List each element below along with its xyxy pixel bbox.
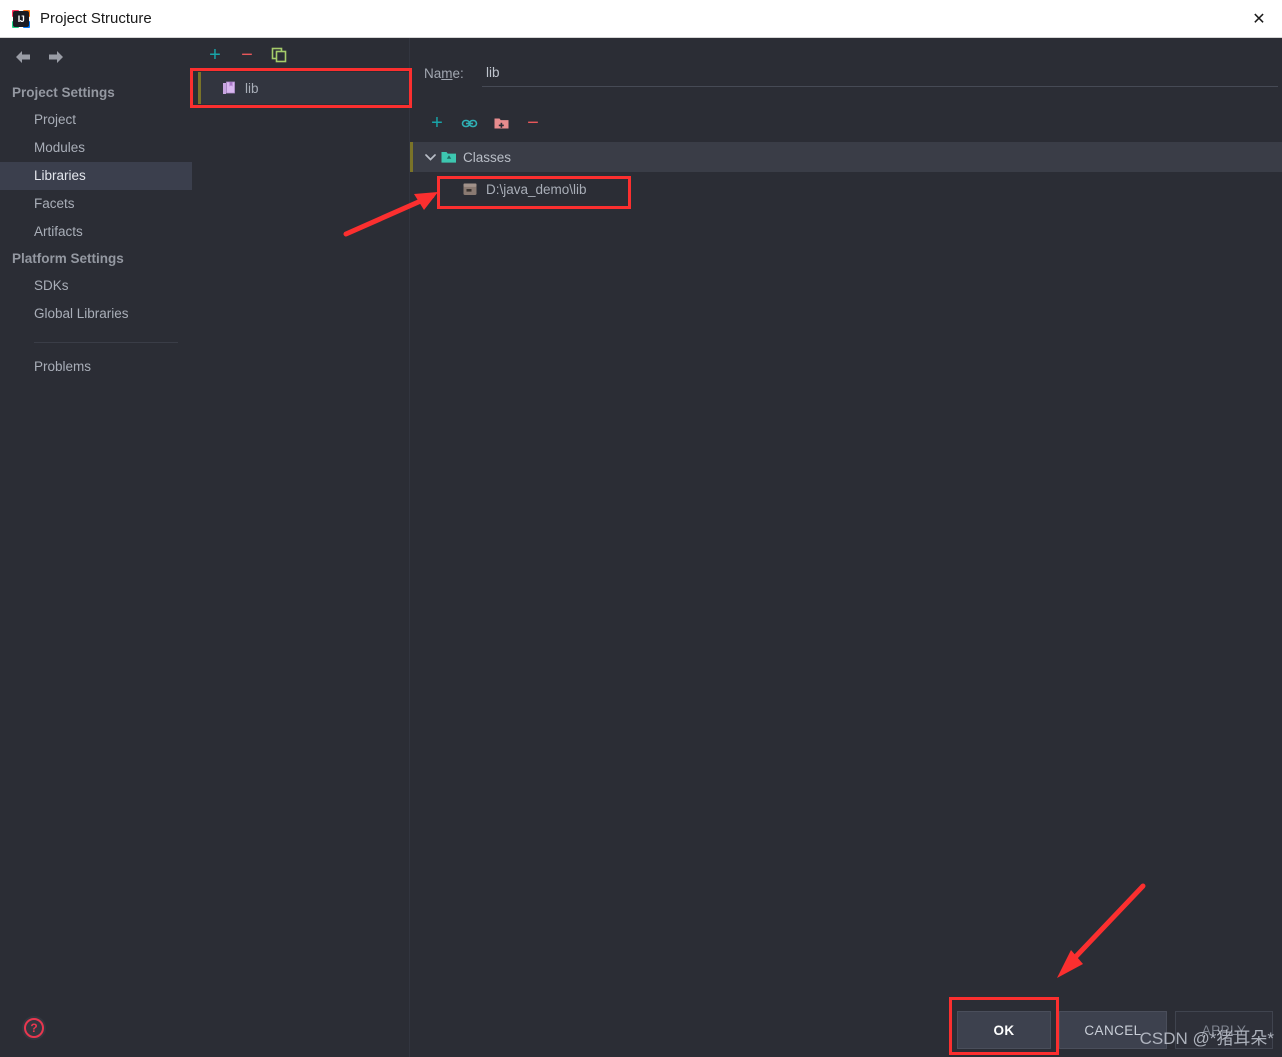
library-list-toolbar: + − bbox=[192, 40, 410, 70]
tree-row-library-path[interactable]: D:\java_demo\lib bbox=[410, 172, 1282, 206]
remove-item-button[interactable]: − bbox=[520, 111, 546, 135]
sidebar-divider bbox=[34, 342, 178, 343]
library-list-item-label: lib bbox=[245, 80, 259, 96]
help-button[interactable]: ? bbox=[22, 1016, 46, 1040]
name-label-mnemonic: m bbox=[441, 65, 453, 81]
minus-icon: − bbox=[241, 44, 253, 66]
navigation-arrows bbox=[0, 42, 192, 72]
intellij-idea-icon: IJ bbox=[12, 9, 30, 28]
folder-classes-icon bbox=[441, 150, 457, 164]
copy-library-button[interactable] bbox=[266, 43, 292, 67]
name-input[interactable] bbox=[482, 59, 1278, 87]
classes-tree: Classes D:\java_demo\lib bbox=[410, 142, 1282, 206]
tree-row-classes-label: Classes bbox=[463, 149, 512, 165]
question-mark-icon: ? bbox=[24, 1018, 44, 1038]
attach-directory-button[interactable] bbox=[488, 111, 514, 135]
library-icon bbox=[221, 80, 237, 96]
title-bar: IJ Project Structure ✕ bbox=[0, 0, 1282, 38]
library-detail-panel: Name: + − bbox=[410, 38, 1282, 1057]
forward-arrow-glyph bbox=[49, 51, 63, 63]
sidebar-groups: Project Settings Project Modules Librari… bbox=[0, 80, 192, 381]
app-icon-label: IJ bbox=[17, 13, 25, 24]
name-field-row: Name: bbox=[410, 56, 1282, 90]
library-list-item-lib[interactable]: lib bbox=[198, 72, 410, 104]
add-library-button[interactable]: + bbox=[202, 43, 228, 67]
minus-icon: − bbox=[527, 112, 539, 134]
tree-row-library-path-label: D:\java_demo\lib bbox=[486, 181, 587, 197]
sidebar-item-project[interactable]: Project bbox=[0, 106, 192, 134]
plus-icon: + bbox=[431, 112, 443, 134]
remove-library-button[interactable]: − bbox=[234, 43, 260, 67]
sidebar-item-artifacts[interactable]: Artifacts bbox=[0, 218, 192, 246]
name-label-pre: Na bbox=[424, 65, 442, 81]
sidebar-item-facets[interactable]: Facets bbox=[0, 190, 192, 218]
name-label-post: e: bbox=[452, 65, 464, 81]
folder-add-icon bbox=[494, 118, 508, 129]
back-arrow-icon[interactable] bbox=[8, 44, 38, 70]
tree-row-classes[interactable]: Classes bbox=[410, 142, 1282, 172]
chevron-down-icon[interactable] bbox=[419, 142, 441, 172]
sidebar-item-modules[interactable]: Modules bbox=[0, 134, 192, 162]
sidebar-item-libraries[interactable]: Libraries bbox=[0, 162, 192, 190]
csdn-watermark: CSDN @*猪耳朵* bbox=[1139, 1029, 1274, 1048]
window-title: Project Structure bbox=[40, 10, 152, 27]
sidebar-item-sdks[interactable]: SDKs bbox=[0, 272, 192, 300]
library-list-panel: + − lib bbox=[192, 38, 410, 1057]
forward-arrow-icon[interactable] bbox=[41, 44, 71, 70]
back-arrow-glyph bbox=[16, 51, 30, 63]
settings-sidebar: Project Settings Project Modules Librari… bbox=[0, 38, 192, 1057]
attach-url-button[interactable] bbox=[456, 111, 482, 135]
link-icon bbox=[461, 119, 477, 127]
project-structure-dialog: IJ Project Structure ✕ Project Settings … bbox=[0, 0, 1282, 1057]
close-icon[interactable]: ✕ bbox=[1236, 0, 1282, 37]
plus-icon: + bbox=[209, 44, 221, 66]
name-label: Name: bbox=[424, 66, 482, 81]
sidebar-group-title-project-settings: Project Settings bbox=[12, 85, 115, 100]
dialog-button-bar: ? OK CANCEL APPLY bbox=[0, 997, 1282, 1057]
add-classes-button[interactable]: + bbox=[424, 111, 450, 135]
classes-toolbar: + − bbox=[414, 108, 1282, 138]
copy-icon bbox=[271, 47, 287, 63]
sidebar-group-title-platform-settings: Platform Settings bbox=[12, 251, 124, 266]
archive-icon bbox=[462, 181, 478, 197]
ok-button[interactable]: OK bbox=[957, 1011, 1051, 1049]
sidebar-item-problems[interactable]: Problems bbox=[0, 353, 192, 381]
sidebar-item-global-libraries[interactable]: Global Libraries bbox=[0, 300, 192, 328]
